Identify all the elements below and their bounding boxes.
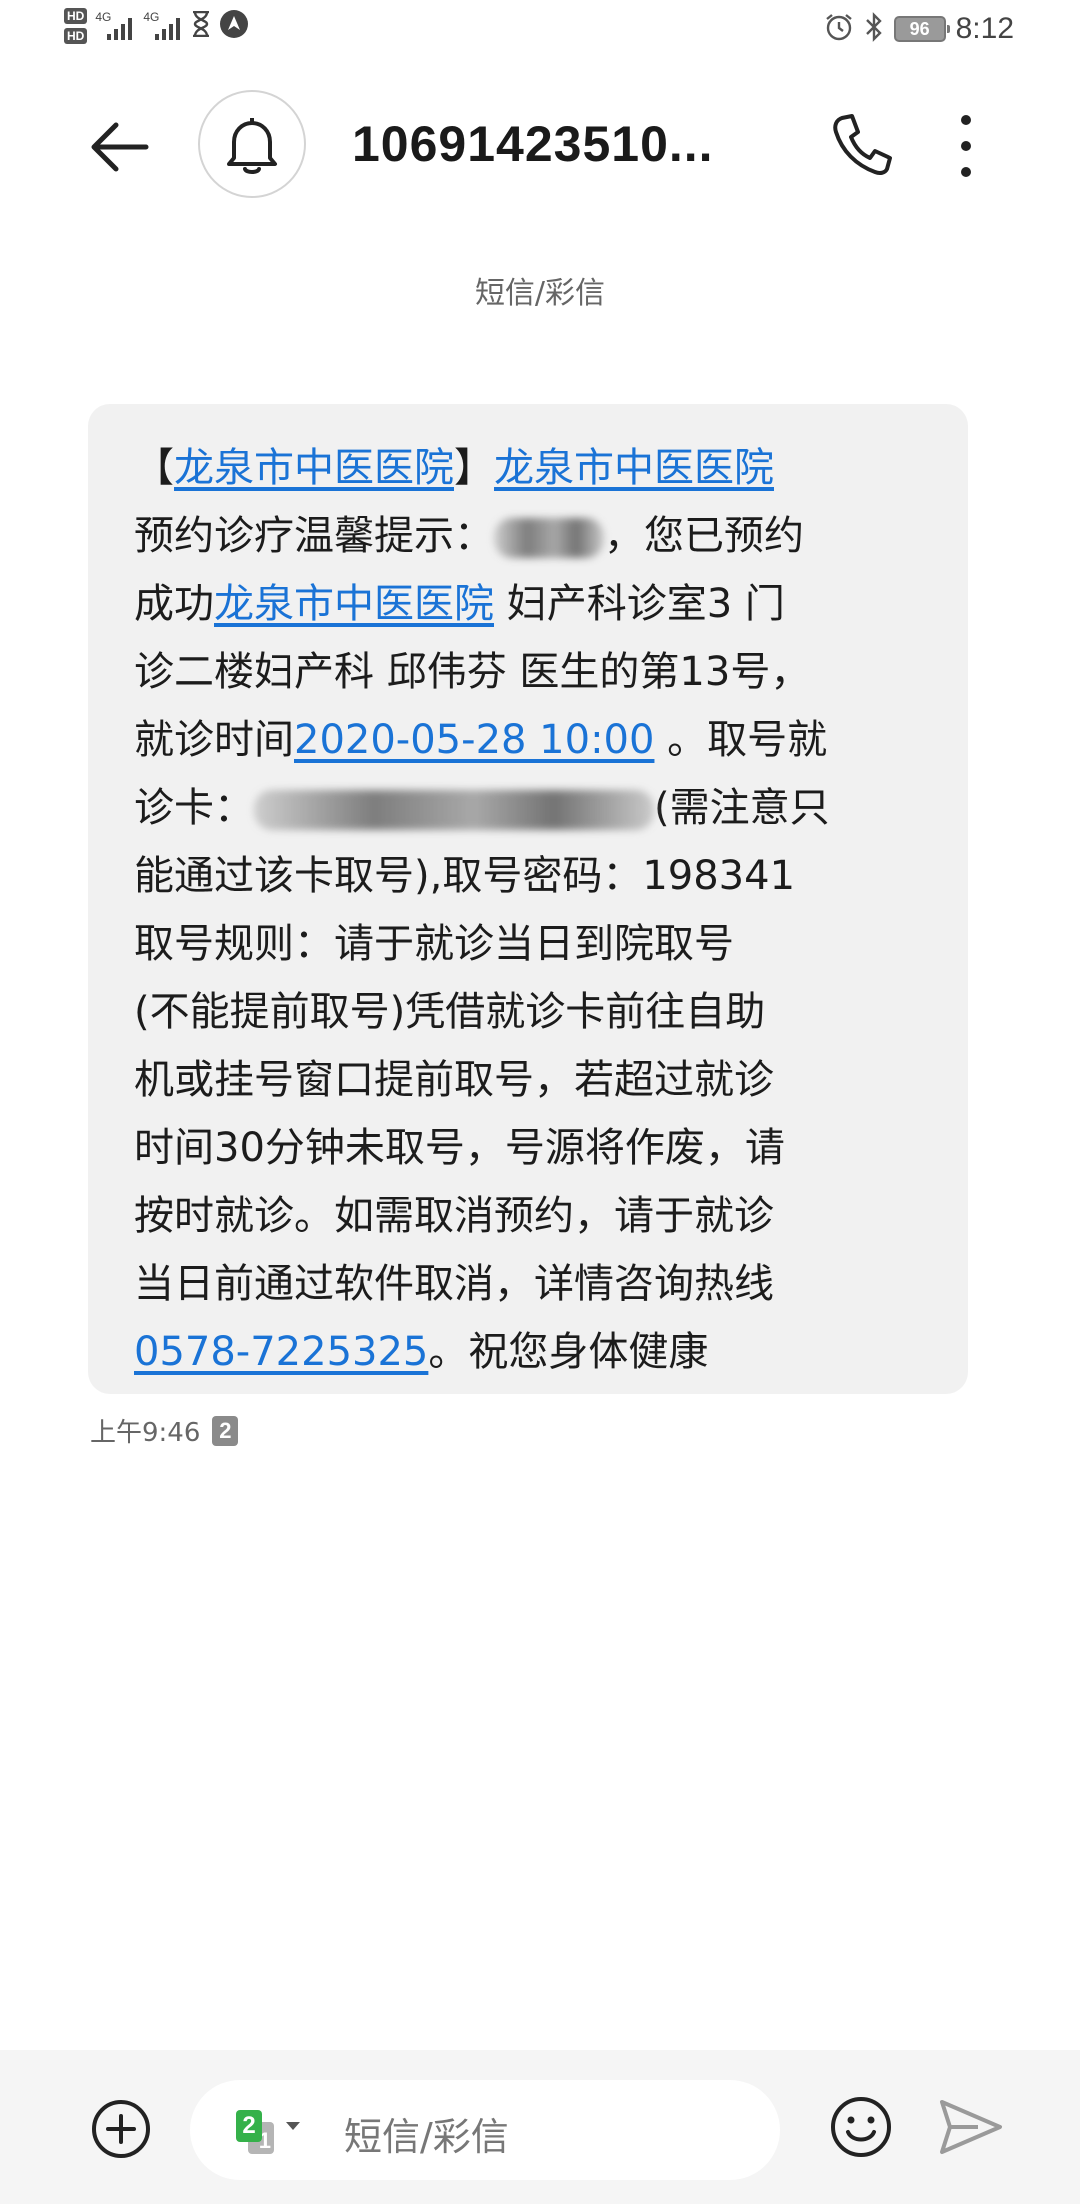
status-clock: 8:12 (955, 12, 1014, 45)
compose-bar: 1 2 短信/彩信 (0, 2050, 1080, 2204)
message-line: 预约诊疗温馨提示： ，您已预约 (134, 502, 918, 570)
add-icon (92, 2100, 150, 2158)
back-button[interactable] (84, 112, 154, 182)
signal-icon: 4G (143, 10, 183, 40)
message-line: 就诊时间2020-05-28 10:00 。取号就 (134, 706, 918, 774)
hd-badges: HD HD (64, 8, 88, 44)
message-line: 机或挂号窗口提前取号，若超过就诊 (134, 1057, 774, 1103)
status-left: HD HD 4G 4G (64, 8, 249, 44)
hourglass-icon (191, 10, 211, 41)
chevron-down-icon (286, 2122, 300, 2130)
message-text: 【 (134, 445, 174, 491)
channel-label: 短信/彩信 (474, 276, 606, 311)
message-input-placeholder: 短信/彩信 (344, 2115, 509, 2159)
alarm-icon (824, 12, 854, 46)
send-button[interactable] (938, 2096, 1004, 2158)
message-meta: 上午9:46 2 (90, 1412, 239, 1449)
message-line: 诊二楼妇产科 邱伟芬 医生的第13号， (134, 649, 811, 695)
datetime-link[interactable]: 2020-05-28 10:00 (294, 717, 654, 763)
redacted-card-number (254, 790, 654, 830)
message-text: 。祝您身体健康 (428, 1329, 709, 1375)
sim-card-icon: 2 (236, 2110, 262, 2142)
message-line: 【龙泉市中医医院】龙泉市中医医院 (134, 434, 918, 502)
send-icon (940, 2100, 1002, 2154)
add-attachment-button[interactable] (90, 2098, 152, 2160)
message-text: 就诊时间 (134, 717, 294, 763)
message-text: 】 (454, 445, 494, 491)
back-arrow-icon (91, 122, 149, 172)
emoji-button[interactable] (828, 2094, 894, 2160)
hospital-link[interactable]: 龙泉市中医医院 (494, 445, 774, 491)
message-line: (不能提前取号)凭借就诊卡前往自助 (134, 989, 766, 1035)
emoji-icon (831, 2097, 891, 2157)
contact-title: 10691423510... (352, 116, 714, 172)
message-timestamp: 上午9:46 (90, 1418, 201, 1448)
message-line: 能通过该卡取号),取号密码：198341 (134, 853, 796, 899)
message-line: 取号规则：请于就诊当日到院取号 (134, 921, 734, 967)
battery-icon: 96 (893, 16, 950, 42)
hospital-link[interactable]: 龙泉市中医医院 (214, 581, 494, 627)
message-line: 按时就诊。如需取消预约，请于就诊 (134, 1193, 774, 1239)
hd-icon: HD (64, 28, 88, 44)
message-text: 成功 (134, 581, 214, 627)
message-text: 。取号就 (654, 717, 828, 763)
status-bar: HD HD 4G 4G 96 8:12 (0, 0, 1080, 64)
more-vertical-icon (961, 115, 971, 177)
message-line: 时间30分钟未取号，号源将作废，请 (134, 1125, 785, 1171)
message-line: 当日前通过软件取消，详情咨询热线 (134, 1261, 774, 1307)
conversation-header: 10691423510... (0, 80, 1080, 206)
phone-icon (833, 114, 892, 175)
message-text: ，您已预约 (604, 513, 804, 559)
sender-link[interactable]: 龙泉市中医医院 (174, 445, 454, 491)
message-bubble[interactable]: 【龙泉市中医医院】龙泉市中医医院 预约诊疗温馨提示： ，您已预约 成功龙泉市中医医… (88, 404, 968, 1394)
message-text: 诊卡： (134, 785, 254, 831)
navigation-icon (219, 9, 249, 43)
message-text: 预约诊疗温馨提示： (134, 513, 494, 559)
bell-icon (227, 118, 277, 174)
phone-number-link[interactable]: 0578-7225325 (134, 1329, 428, 1375)
call-button[interactable] (828, 110, 892, 180)
more-options-button[interactable] (946, 110, 986, 180)
status-right: 96 8:12 (824, 12, 1014, 46)
message-text: 妇产科诊室3 门 (494, 581, 785, 627)
message-input[interactable]: 1 2 短信/彩信 (190, 2080, 780, 2180)
redacted-name (494, 518, 604, 558)
bluetooth-icon (864, 12, 884, 46)
hd-icon: HD (64, 8, 88, 24)
message-text: (需注意只 (654, 785, 830, 831)
sim-selector[interactable]: 1 2 (236, 2110, 302, 2154)
message-line: 诊卡： (需注意只 (134, 774, 918, 842)
signal-icon: 4G (95, 10, 135, 40)
sim-card-icon: 2 (212, 1415, 239, 1446)
contact-avatar[interactable] (198, 90, 306, 198)
message-line: 0578-7225325。祝您身体健康 (134, 1318, 918, 1386)
message-line: 成功龙泉市中医医院 妇产科诊室3 门 (134, 570, 918, 638)
